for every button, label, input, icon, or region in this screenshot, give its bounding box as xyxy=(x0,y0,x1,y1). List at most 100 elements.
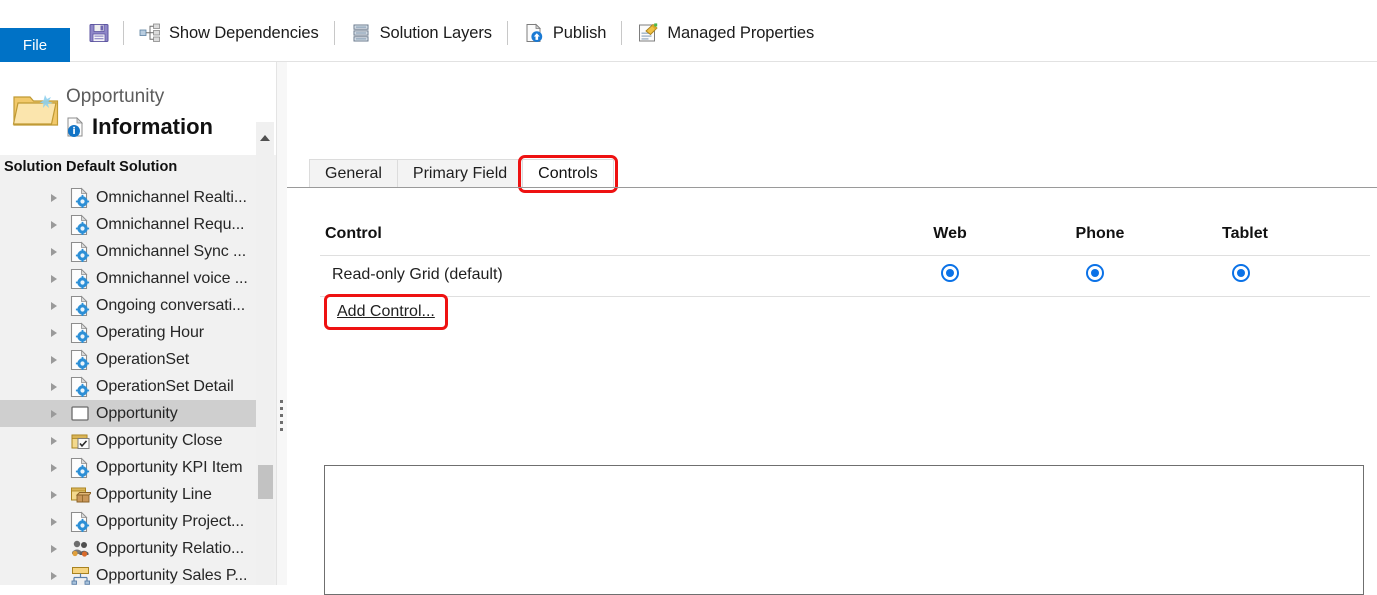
dependencies-icon xyxy=(139,22,161,44)
column-header-control: Control xyxy=(325,225,382,242)
solution-label-bar: Solution Default Solution xyxy=(0,156,280,178)
expand-arrow-icon[interactable] xyxy=(51,490,57,499)
entity-name-label: Opportunity xyxy=(66,86,165,107)
expand-arrow-icon[interactable] xyxy=(51,247,57,256)
add-control-link[interactable]: Add Control... xyxy=(333,301,439,323)
tree-item-operationset-detail[interactable]: OperationSet Detail xyxy=(0,373,256,400)
ribbon-separator xyxy=(333,21,335,45)
add-control-container: Add Control... xyxy=(324,294,448,330)
entity-check-icon xyxy=(70,430,91,451)
entity-gear-icon xyxy=(70,295,91,317)
tree-item-opportunity[interactable]: Opportunity xyxy=(0,400,256,427)
tree-item-label: OperationSet xyxy=(96,350,190,368)
entity-gear-icon xyxy=(70,349,91,371)
tree-item-omnichannel-voice[interactable]: Omnichannel voice ... xyxy=(0,265,256,292)
expand-arrow-icon[interactable] xyxy=(51,517,57,526)
control-name-label: Read-only Grid (default) xyxy=(332,266,503,283)
folder-icon xyxy=(12,90,60,130)
tab-strip: General Primary Field Controls xyxy=(309,155,618,193)
tree-item-label: Opportunity Sales P... xyxy=(96,566,248,584)
expand-arrow-icon[interactable] xyxy=(51,382,57,391)
information-icon xyxy=(66,116,86,138)
panel-splitter[interactable] xyxy=(276,62,287,585)
ribbon-separator xyxy=(506,21,508,45)
control-properties-box xyxy=(324,465,1364,595)
expand-arrow-icon[interactable] xyxy=(51,193,57,202)
entity-plain-icon xyxy=(70,403,91,424)
tree-item-opportunity-kpi-item[interactable]: Opportunity KPI Item xyxy=(0,454,256,481)
tree-item-opportunity-close[interactable]: Opportunity Close xyxy=(0,427,256,454)
publish-icon xyxy=(523,22,545,44)
tree-item-opportunity-sales-p[interactable]: Opportunity Sales P... xyxy=(0,562,256,585)
tree-item-label: Omnichannel Realti... xyxy=(96,188,247,206)
entity-gear-icon xyxy=(70,322,91,344)
entity-people-icon xyxy=(70,538,91,559)
entity-box-icon xyxy=(70,484,93,505)
tree-item-label: Omnichannel voice ... xyxy=(96,269,248,287)
tree-item-opportunity-line[interactable]: Opportunity Line xyxy=(0,481,256,508)
controls-grid-header: Control Web Phone Tablet xyxy=(320,217,1370,256)
tree-item-omnichannel-realti[interactable]: Omnichannel Realti... xyxy=(0,184,256,211)
tree-item-label: Omnichannel Sync ... xyxy=(96,242,247,260)
tree-item-operating-hour[interactable]: Operating Hour xyxy=(0,319,256,346)
radio-phone[interactable] xyxy=(1086,264,1104,282)
file-tab-label: File xyxy=(22,36,48,54)
tree-item-label: Operating Hour xyxy=(96,323,204,341)
show-dependencies-button[interactable]: Show Dependencies xyxy=(131,16,327,50)
expand-arrow-icon[interactable] xyxy=(51,274,57,283)
radio-web[interactable] xyxy=(941,264,959,282)
managed-properties-button[interactable]: Managed Properties xyxy=(629,16,822,50)
tab-controls[interactable]: Controls xyxy=(518,155,618,193)
expand-arrow-icon[interactable] xyxy=(51,220,57,229)
scroll-up-arrow-icon[interactable] xyxy=(256,130,274,146)
tree-item-label: Opportunity xyxy=(96,404,178,422)
application-window: File Show Dependencies Solution Layers P… xyxy=(0,0,1377,595)
entity-gear-icon xyxy=(70,187,91,209)
entity-gear-icon xyxy=(70,268,91,290)
publish-button[interactable]: Publish xyxy=(515,16,614,50)
publish-label: Publish xyxy=(552,23,607,42)
expand-arrow-icon[interactable] xyxy=(51,544,57,553)
ribbon-separator xyxy=(123,21,124,45)
main-content-area: General Primary Field Controls Control Web… xyxy=(287,62,1377,595)
expand-arrow-icon[interactable] xyxy=(51,328,57,337)
ribbon-command-list: Show Dependencies Solution Layers Publis… xyxy=(82,14,822,52)
column-header-web: Web xyxy=(933,225,967,242)
splitter-grip-icon xyxy=(280,400,284,434)
expand-arrow-icon[interactable] xyxy=(51,436,57,445)
tree-item-opportunity-relatio[interactable]: Opportunity Relatio... xyxy=(0,535,256,562)
show-dependencies-label: Show Dependencies xyxy=(169,23,319,42)
tree-item-operationset[interactable]: OperationSet xyxy=(0,346,256,373)
expand-arrow-icon[interactable] xyxy=(51,355,57,364)
save-button[interactable] xyxy=(82,16,116,50)
tree-item-omnichannel-sync[interactable]: Omnichannel Sync ... xyxy=(0,238,256,265)
tree-item-label: Opportunity Project... xyxy=(96,512,245,530)
layers-icon xyxy=(350,22,372,44)
expand-arrow-icon[interactable] xyxy=(51,409,57,418)
entity-gear-icon xyxy=(70,241,91,263)
tree-item-label: Opportunity KPI Item xyxy=(96,458,243,476)
entity-gear-icon xyxy=(70,376,91,398)
tab-primary-field[interactable]: Primary Field xyxy=(396,159,524,187)
scrollbar-thumb[interactable] xyxy=(258,465,273,499)
tree-scrollbar[interactable] xyxy=(256,122,274,585)
table-row[interactable]: Read-only Grid (default) xyxy=(320,255,1370,297)
ribbon-toolbar: File Show Dependencies Solution Layers P… xyxy=(0,0,1377,62)
tree-item-omnichannel-requ[interactable]: Omnichannel Requ... xyxy=(0,211,256,238)
tree-item-label: Opportunity Relatio... xyxy=(96,539,245,557)
entity-process-icon xyxy=(70,565,91,585)
tab-label: General xyxy=(325,164,382,182)
tab-general[interactable]: General xyxy=(309,159,398,187)
tree-item-opportunity-project[interactable]: Opportunity Project... xyxy=(0,508,256,535)
expand-arrow-icon[interactable] xyxy=(51,301,57,310)
solution-layers-button[interactable]: Solution Layers xyxy=(342,16,500,50)
expand-arrow-icon[interactable] xyxy=(51,571,57,580)
expand-arrow-icon[interactable] xyxy=(51,463,57,472)
tree-item-label: Opportunity Line xyxy=(96,485,212,503)
entity-tree[interactable]: Omnichannel Realti... Omnichannel Requ...… xyxy=(0,184,256,585)
radio-tablet[interactable] xyxy=(1232,264,1250,282)
tree-item-ongoing-conversati[interactable]: Ongoing conversati... xyxy=(0,292,256,319)
save-icon xyxy=(88,22,110,44)
file-tab[interactable]: File xyxy=(0,28,70,62)
tree-item-label: OperationSet Detail xyxy=(96,377,234,395)
